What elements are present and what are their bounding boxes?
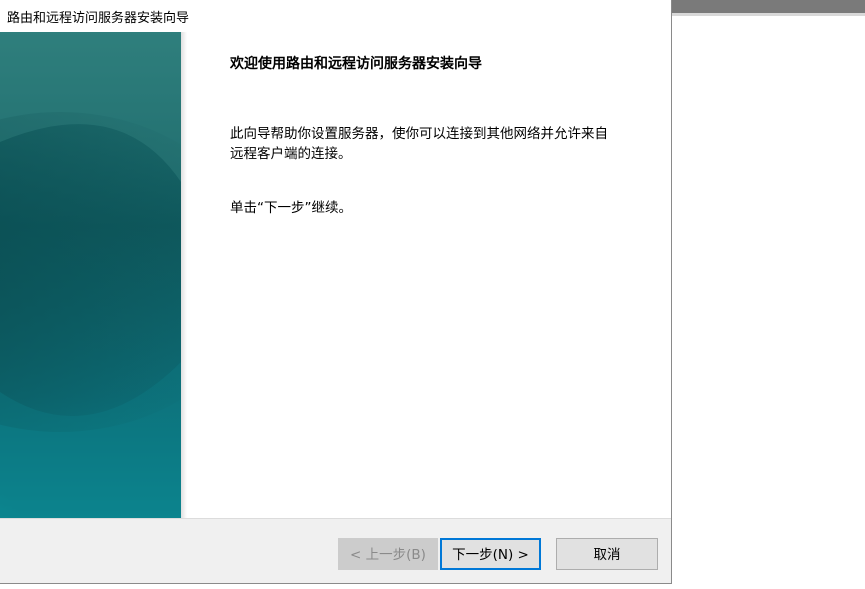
background-window-edge [672,0,865,13]
wizard-heading: 欢迎使用路由和远程访问服务器安装向导 [230,56,482,72]
cancel-button[interactable]: 取消 [556,538,658,570]
banner-graphic [0,32,181,518]
wizard-description: 此向导帮助你设置服务器，使你可以连接到其他网络并允许来自远程客户端的连接。 [230,126,608,162]
wizard-instruction: 单击“下一步”继续。 [230,200,352,216]
wizard-button-bar: < 上一步(B) 下一步(N) > 取消 [0,518,671,583]
setup-wizard-dialog: 路由和远程访问服务器安装向导 欢迎使用路由和远程访问服务器安装向导 此向导帮助你… [0,0,672,584]
back-button[interactable]: < 上一步(B) [338,538,438,570]
wizard-content: 欢迎使用路由和远程访问服务器安装向导 此向导帮助你设置服务器，使你可以连接到其他… [187,32,671,518]
window-title: 路由和远程访问服务器安装向导 [7,11,190,26]
next-button[interactable]: 下一步(N) > [440,538,541,570]
title-bar[interactable]: 路由和远程访问服务器安装向导 [0,0,671,32]
background-window-divider [672,13,865,16]
wizard-banner-image [0,32,181,518]
